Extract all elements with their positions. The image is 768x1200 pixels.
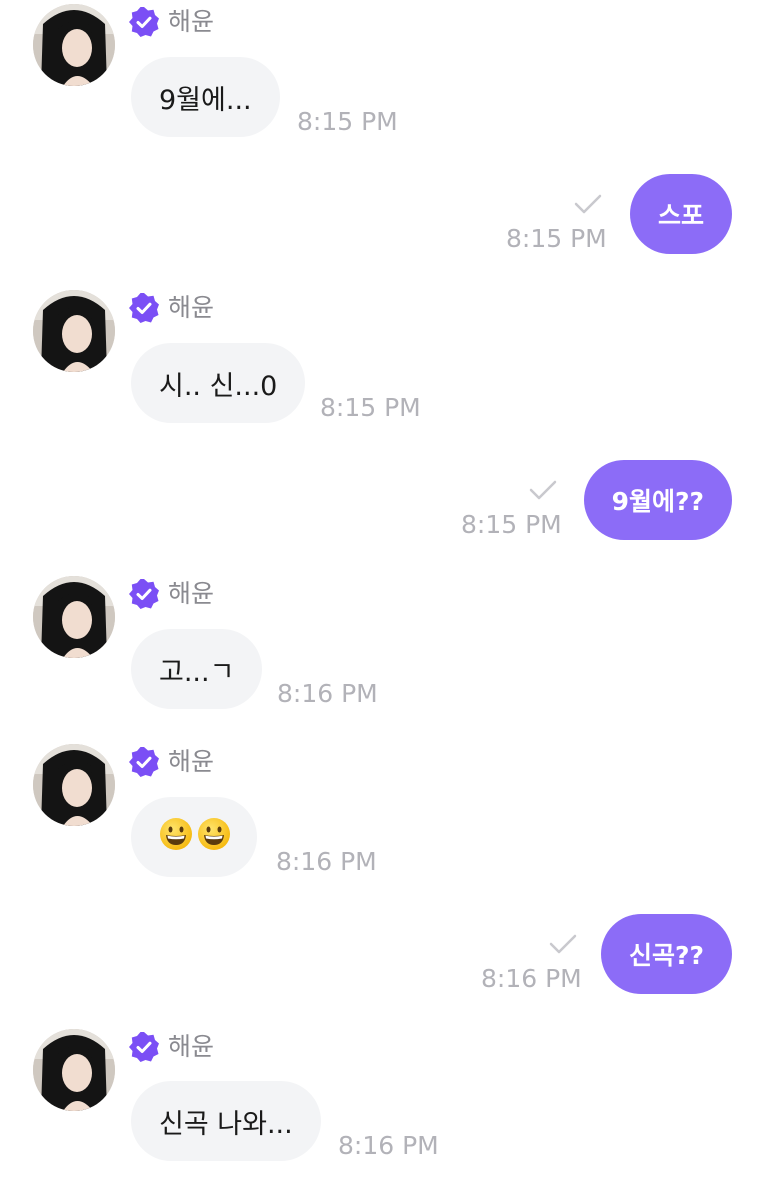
message-bubble[interactable]: 신곡?? xyxy=(600,914,732,994)
avatar[interactable] xyxy=(33,576,115,658)
message-timestamp: 8:16 PM xyxy=(338,1131,439,1160)
message-timestamp: 8:15 PM xyxy=(461,510,562,539)
sender-name: 해윤 xyxy=(168,579,215,608)
sender-name: 해윤 xyxy=(168,747,215,776)
message-timestamp: 8:15 PM xyxy=(320,393,421,422)
message-bubble[interactable]: 😀😀 xyxy=(131,797,257,877)
outgoing-message: 8:15 PM 스포 xyxy=(0,160,768,270)
message-bubble[interactable]: 9월에?? xyxy=(583,460,732,540)
message-timestamp: 8:15 PM xyxy=(297,107,398,136)
sender-name: 해윤 xyxy=(168,1032,215,1061)
incoming-message: 해윤 고...ㄱ 8:16 PM xyxy=(0,572,768,712)
verified-badge-icon xyxy=(129,747,159,777)
message-timestamp: 8:16 PM xyxy=(277,679,378,708)
verified-badge-icon xyxy=(129,293,159,323)
outgoing-message: 8:15 PM 9월에?? xyxy=(0,446,768,556)
message-timestamp: 8:15 PM xyxy=(506,224,607,253)
message-bubble[interactable]: 고...ㄱ xyxy=(131,629,263,709)
incoming-message: 해윤 신곡 나와... 8:16 PM xyxy=(0,1025,768,1175)
avatar[interactable] xyxy=(33,290,115,372)
sender-name: 해윤 xyxy=(168,7,215,36)
grinning-face-emoji xyxy=(159,817,193,858)
avatar[interactable] xyxy=(33,744,115,826)
message-bubble[interactable]: 신곡 나와... xyxy=(131,1081,321,1161)
incoming-message: 해윤 시.. 신...0 8:15 PM xyxy=(0,286,768,426)
message-bubble[interactable]: 스포 xyxy=(629,174,732,254)
incoming-message: 해윤 9월에... 8:15 PM xyxy=(0,0,768,140)
avatar[interactable] xyxy=(33,4,115,86)
verified-badge-icon xyxy=(129,579,159,609)
verified-badge-icon xyxy=(129,7,159,37)
grinning-face-emoji xyxy=(197,817,231,858)
verified-badge-icon xyxy=(129,1032,159,1062)
sender-name: 해윤 xyxy=(168,293,215,322)
outgoing-message: 8:16 PM 신곡?? xyxy=(0,900,768,1010)
message-timestamp: 8:16 PM xyxy=(276,847,377,876)
incoming-message: 해윤 8:16 PM xyxy=(0,740,768,880)
message-timestamp: 8:16 PM xyxy=(481,964,582,993)
checkmark-icon xyxy=(549,934,577,954)
avatar[interactable] xyxy=(33,1029,115,1111)
checkmark-icon xyxy=(574,194,602,214)
message-bubble[interactable]: 9월에... xyxy=(131,57,280,137)
checkmark-icon xyxy=(529,480,557,500)
message-bubble[interactable]: 시.. 신...0 xyxy=(131,343,306,423)
